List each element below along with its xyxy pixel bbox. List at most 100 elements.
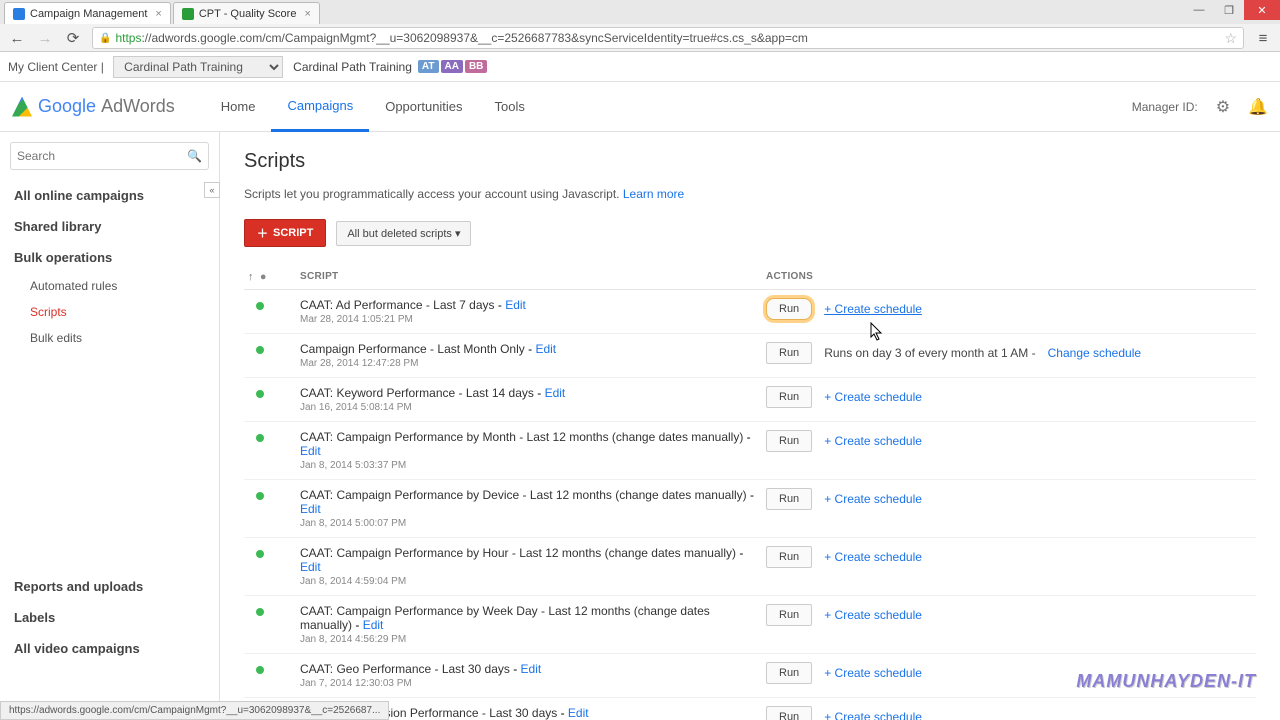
run-button[interactable]: Run <box>766 488 812 510</box>
main-area: 🔍 « All online campaignsShared libraryBu… <box>0 132 1280 720</box>
script-date: Jan 16, 2014 5:08:14 PM <box>300 402 754 413</box>
close-tab-icon[interactable]: × <box>304 8 310 20</box>
forward-button[interactable]: → <box>36 29 54 47</box>
run-button[interactable]: Run <box>766 662 812 684</box>
adwords-logo[interactable]: Google AdWords <box>12 96 175 117</box>
edit-link[interactable]: Edit <box>300 502 321 516</box>
learn-more-link[interactable]: Learn more <box>623 187 684 201</box>
search-icon[interactable]: 🔍 <box>187 149 202 163</box>
script-name: CAAT: Campaign Performance by Month - La… <box>300 430 743 444</box>
lock-icon: 🔒 <box>99 33 111 44</box>
menu-button[interactable]: ≡ <box>1254 29 1272 47</box>
sidebar-search[interactable]: 🔍 <box>10 142 209 170</box>
sidebar-item[interactable]: Shared library <box>0 211 219 242</box>
status-dot-icon <box>256 346 264 354</box>
create-schedule-link[interactable]: + Create schedule <box>824 608 922 622</box>
maximize-button[interactable]: ❐ <box>1214 0 1244 20</box>
tab-title: CPT - Quality Score <box>199 8 297 20</box>
status-bar: https://adwords.google.com/cm/CampaignMg… <box>0 701 389 720</box>
create-schedule-link[interactable]: + Create schedule <box>824 302 922 316</box>
logo-mark-icon <box>12 97 32 117</box>
edit-link[interactable]: Edit <box>545 386 566 400</box>
minimize-button[interactable]: — <box>1184 0 1214 20</box>
collapse-sidebar-button[interactable]: « <box>204 182 220 198</box>
search-input[interactable] <box>17 149 187 163</box>
script-name: CAAT: Geo Performance - Last 30 days <box>300 662 510 676</box>
schedule-text: Runs on day 3 of every month at 1 AM - <box>824 346 1035 360</box>
logo-adwords: AdWords <box>101 96 175 117</box>
close-tab-icon[interactable]: × <box>155 8 161 20</box>
edit-link[interactable]: Edit <box>505 298 526 312</box>
edit-link[interactable]: Edit <box>363 618 384 632</box>
create-schedule-link[interactable]: + Create schedule <box>824 666 922 680</box>
close-window-button[interactable]: ✕ <box>1244 0 1280 20</box>
table-header: ↑● SCRIPT ACTIONS <box>244 265 1256 290</box>
back-button[interactable]: ← <box>8 29 26 47</box>
sidebar-sub-item[interactable]: Bulk edits <box>0 325 219 351</box>
new-script-button[interactable]: ＋SCRIPT <box>244 219 326 247</box>
run-button[interactable]: Run <box>766 298 812 320</box>
script-date: Jan 7, 2014 12:30:03 PM <box>300 678 754 689</box>
script-row: CAAT: Campaign Performance by Month - La… <box>244 422 1256 480</box>
script-date: Jan 8, 2014 5:03:37 PM <box>300 460 754 471</box>
url-input[interactable]: 🔒 https://adwords.google.com/cm/Campaign… <box>92 27 1244 49</box>
account-bar: My Client Center | Cardinal Path Trainin… <box>0 52 1280 82</box>
page-description: Scripts let you programmatically access … <box>244 187 1256 201</box>
nav-opportunities[interactable]: Opportunities <box>369 82 478 132</box>
nav-campaigns[interactable]: Campaigns <box>271 82 369 132</box>
sidebar-item[interactable]: All video campaigns <box>0 633 219 664</box>
tab-title: Campaign Management <box>30 8 147 20</box>
nav-home[interactable]: Home <box>205 82 272 132</box>
filter-dropdown[interactable]: All but deleted scripts ▾ <box>336 221 471 246</box>
sidebar-item[interactable]: Bulk operations <box>0 242 219 273</box>
nav-tools[interactable]: Tools <box>479 82 541 132</box>
script-name: Campaign Performance - Last Month Only <box>300 342 525 356</box>
badge: AA <box>441 60 463 73</box>
tab-favicon <box>13 8 25 20</box>
logo-google: Google <box>38 96 96 117</box>
create-schedule-link[interactable]: + Create schedule <box>824 550 922 564</box>
status-dot-icon <box>256 390 264 398</box>
header-nav: Google AdWords Home Campaigns Opportunit… <box>0 82 1280 132</box>
edit-link[interactable]: Edit <box>535 342 556 356</box>
run-button[interactable]: Run <box>766 604 812 626</box>
col-script-header[interactable]: SCRIPT <box>300 271 766 283</box>
gear-icon[interactable]: ⚙ <box>1216 97 1230 117</box>
browser-tab[interactable]: Campaign Management × <box>4 2 171 24</box>
sidebar-sub-item[interactable]: Scripts <box>0 299 219 325</box>
script-date: Jan 8, 2014 5:00:07 PM <box>300 518 754 529</box>
change-schedule-link[interactable]: Change schedule <box>1048 346 1141 360</box>
edit-link[interactable]: Edit <box>300 444 321 458</box>
reload-button[interactable]: ⟳ <box>64 29 82 47</box>
edit-link[interactable]: Edit <box>568 706 589 720</box>
edit-link[interactable]: Edit <box>521 662 542 676</box>
status-dot-icon <box>256 302 264 310</box>
run-button[interactable]: Run <box>766 706 812 720</box>
script-row: CAAT: Campaign Performance by Device - L… <box>244 480 1256 538</box>
script-name: CAAT: Campaign Performance by Hour - Las… <box>300 546 736 560</box>
sidebar-item[interactable]: Reports and uploads <box>0 571 219 602</box>
create-schedule-link[interactable]: + Create schedule <box>824 434 922 448</box>
create-schedule-link[interactable]: + Create schedule <box>824 492 922 506</box>
create-schedule-link[interactable]: + Create schedule <box>824 710 922 720</box>
edit-link[interactable]: Edit <box>300 560 321 574</box>
script-row: CAAT: Campaign Performance by Hour - Las… <box>244 538 1256 596</box>
url-path: ://adwords.google.com/cm/CampaignMgmt?__… <box>141 31 807 45</box>
create-schedule-link[interactable]: + Create schedule <box>824 390 922 404</box>
sidebar-item[interactable]: Labels <box>0 602 219 633</box>
sidebar-item[interactable]: All online campaigns <box>0 180 219 211</box>
run-button[interactable]: Run <box>766 546 812 568</box>
run-button[interactable]: Run <box>766 430 812 452</box>
script-row: CAAT: Keyword Performance - Last 14 days… <box>244 378 1256 422</box>
account-select[interactable]: Cardinal Path Training <box>113 56 283 78</box>
browser-tab[interactable]: CPT - Quality Score × <box>173 2 320 24</box>
status-dot-icon[interactable]: ● <box>260 271 267 283</box>
bookmark-icon[interactable]: ☆ <box>1224 30 1237 47</box>
bell-icon[interactable]: 🔔 <box>1248 97 1268 117</box>
status-dot-icon <box>256 492 264 500</box>
run-button[interactable]: Run <box>766 342 812 364</box>
script-date: Mar 28, 2014 12:47:28 PM <box>300 358 754 369</box>
run-button[interactable]: Run <box>766 386 812 408</box>
sidebar-sub-item[interactable]: Automated rules <box>0 273 219 299</box>
sort-up-icon[interactable]: ↑ <box>248 271 254 283</box>
